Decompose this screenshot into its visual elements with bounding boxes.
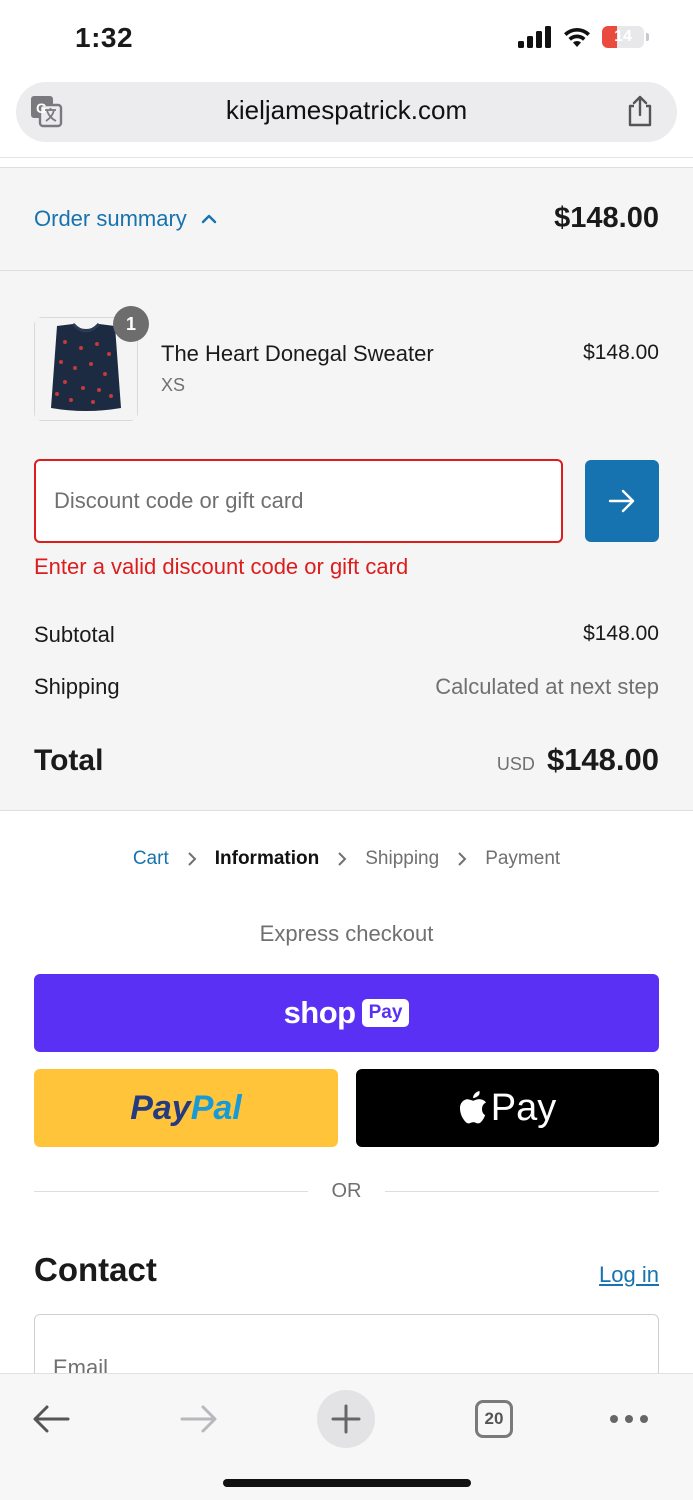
address-bar[interactable]: G kieljamespatrick.com <box>16 82 677 142</box>
url-text[interactable]: kieljamespatrick.com <box>16 95 677 126</box>
share-icon[interactable] <box>625 94 655 133</box>
status-bar: 1:32 14 <box>0 0 693 80</box>
tabs-button[interactable]: 20 <box>473 1390 515 1448</box>
divider <box>0 270 693 271</box>
shipping-value: Calculated at next step <box>435 674 659 699</box>
subtotal-value: $148.00 <box>583 622 659 645</box>
new-tab-button[interactable] <box>317 1390 375 1448</box>
apple-pay-button[interactable]: Pay <box>356 1069 659 1147</box>
shipping-label: Shipping <box>34 674 120 699</box>
forward-arrow-icon <box>180 1405 217 1433</box>
shop-pay-chip: Pay <box>361 999 410 1027</box>
paypal-logo: PayPal <box>130 1089 242 1128</box>
forward-button[interactable] <box>178 1390 220 1448</box>
order-summary-label: Order summary <box>34 206 187 231</box>
breadcrumb-information: Information <box>214 848 320 869</box>
product-thumbnail: 1 <box>34 306 149 421</box>
quantity-badge: 1 <box>113 306 149 342</box>
subtotal-label: Subtotal <box>34 622 115 647</box>
chevron-right-icon <box>338 852 347 866</box>
chevron-right-icon <box>188 852 197 866</box>
product-variant: XS <box>161 375 186 395</box>
shop-pay-logo: shop <box>283 995 357 1030</box>
signal-icon <box>518 26 551 48</box>
chevron-right-icon <box>458 852 467 866</box>
battery-icon: 14 <box>602 26 649 48</box>
total-value-group: USD $148.00 <box>497 742 659 778</box>
breadcrumb-cart[interactable]: Cart <box>133 848 169 870</box>
discount-code-input[interactable] <box>34 459 563 543</box>
more-icon <box>610 1415 648 1423</box>
paypal-logo-part2: Pal <box>190 1088 242 1127</box>
breadcrumb-payment: Payment <box>485 848 561 869</box>
tab-count: 20 <box>475 1400 513 1438</box>
apply-discount-button[interactable] <box>585 460 659 542</box>
arrow-right-icon <box>608 489 635 513</box>
apple-icon <box>459 1091 486 1124</box>
more-button[interactable] <box>606 1390 652 1448</box>
home-indicator <box>223 1479 471 1487</box>
battery-level: 14 <box>614 28 632 45</box>
discount-error-message: Enter a valid discount code or gift card <box>34 554 409 579</box>
plus-icon <box>331 1404 361 1434</box>
order-summary-panel: Order summary $148.00 1 The Heart Donega… <box>0 167 693 811</box>
shop-pay-button[interactable]: shop Pay <box>34 974 659 1052</box>
divider <box>385 1191 659 1192</box>
back-arrow-icon <box>33 1405 70 1433</box>
total-amount: $148.00 <box>546 742 659 777</box>
breadcrumb-shipping: Shipping <box>365 848 440 869</box>
log-in-link[interactable]: Log in <box>599 1262 659 1288</box>
apple-pay-label: Pay <box>490 1086 557 1129</box>
chevron-up-icon <box>201 214 216 224</box>
order-summary-total: $148.00 <box>554 202 659 234</box>
express-checkout-title: Express checkout <box>259 921 434 946</box>
order-summary-toggle[interactable]: Order summary <box>34 206 217 232</box>
status-time: 1:32 <box>75 22 134 53</box>
product-name: The Heart Donegal Sweater <box>161 341 434 366</box>
contact-heading: Contact <box>34 1251 157 1288</box>
paypal-button[interactable]: PayPal <box>34 1069 338 1147</box>
breadcrumb: Cart Information Shipping Payment <box>0 848 693 870</box>
total-currency: USD <box>496 754 535 774</box>
status-indicators: 14 <box>518 26 649 48</box>
wifi-icon <box>564 27 590 47</box>
paypal-logo-part1: Pay <box>130 1088 191 1127</box>
divider <box>0 157 693 158</box>
product-price: $148.00 <box>583 341 659 364</box>
back-button[interactable] <box>30 1390 72 1448</box>
total-label: Total <box>34 744 104 777</box>
